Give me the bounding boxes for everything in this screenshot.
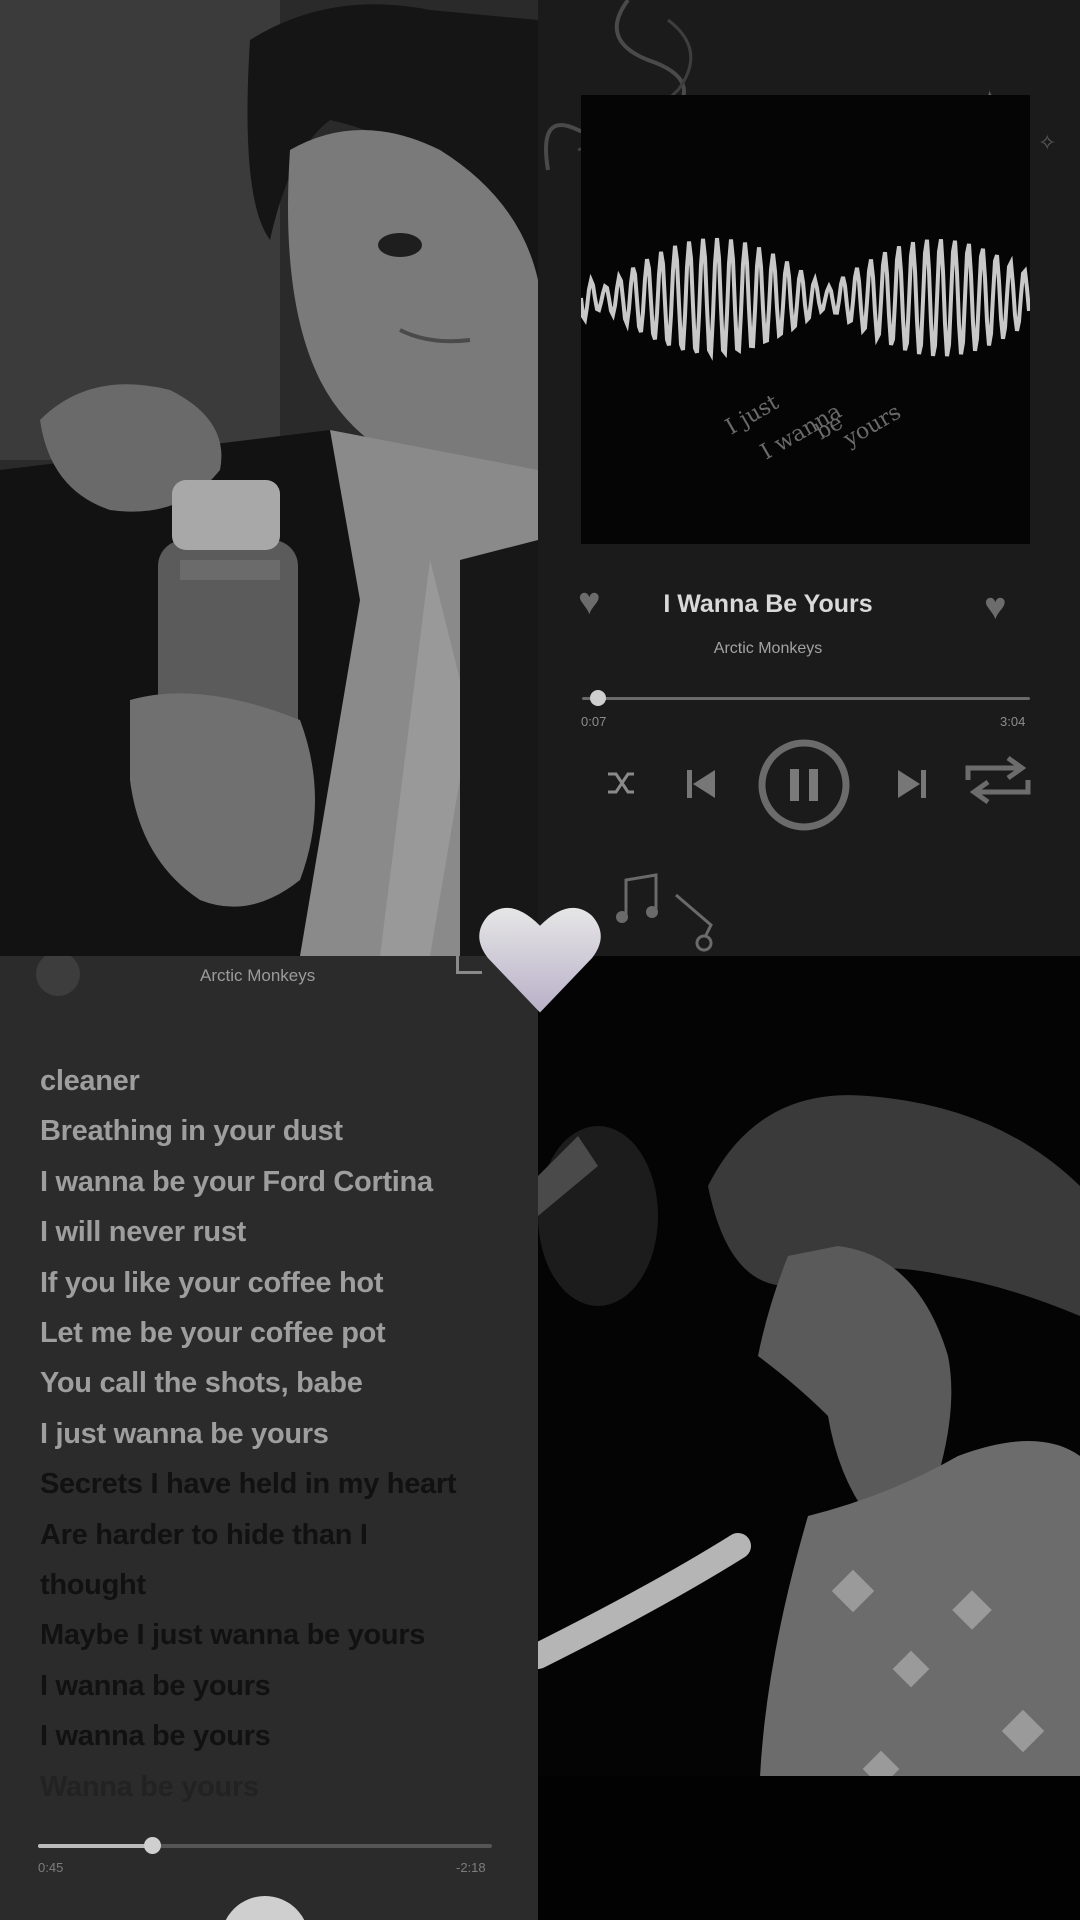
lyric-line: thought <box>40 1569 146 1602</box>
music-notes-icon <box>616 873 713 952</box>
portrait-illustration <box>0 0 538 956</box>
duration-time: 3:04 <box>1000 714 1026 729</box>
heart-icon[interactable]: ♥ <box>984 588 1007 626</box>
svg-text:✧: ✧ <box>1038 131 1056 156</box>
artist-name[interactable]: Arctic Monkeys <box>668 640 868 658</box>
svg-text:yours: yours <box>839 400 906 453</box>
heart-icon[interactable]: ♥ <box>578 583 601 621</box>
seek-handle[interactable] <box>590 690 606 706</box>
aesthetic-collage: ✦ ✧ ☆ I just I wanna be yours ♥ ♥ I Wann… <box>0 0 1080 1920</box>
next-icon[interactable] <box>892 764 932 804</box>
lyrics-pause-button[interactable] <box>221 1896 309 1920</box>
repeat-icon[interactable] <box>958 750 1038 810</box>
lyric-line: I wanna be your Ford Cortina <box>40 1165 433 1198</box>
lyric-line: Let me be your coffee pot <box>40 1317 386 1350</box>
photo-portrait-top-left <box>0 0 538 956</box>
sound-wave-art: I just I wanna be yours <box>581 237 1030 465</box>
lyrics-artist-name: Arctic Monkeys <box>200 966 316 985</box>
music-player-card: ✦ ✧ ☆ I just I wanna be yours ♥ ♥ I Wann… <box>538 0 1080 956</box>
lyric-line: Are harder to hide than I <box>40 1518 368 1551</box>
lyric-line: If you like your coffee hot <box>40 1266 384 1299</box>
lyric-line: Breathing in your dust <box>40 1115 343 1148</box>
lyrics-elapsed-time: 0:45 <box>38 1860 64 1875</box>
seek-bar[interactable] <box>582 690 1030 706</box>
lyrics-list: cleaner Breathing in your dust I wanna be … <box>40 1056 510 1812</box>
heart-icon <box>479 907 601 1013</box>
lyric-line: You call the shots, babe <box>40 1367 363 1400</box>
lyrics-screen: Arctic Monkeys cleaner Breathing in your … <box>0 956 538 1920</box>
lyric-line: I just wanna be yours <box>40 1417 329 1450</box>
pause-button[interactable] <box>754 737 854 833</box>
stage-photo-illustration <box>538 956 1080 1920</box>
chevron-down-icon[interactable] <box>36 956 80 996</box>
lyrics-seek-fill <box>38 1844 153 1848</box>
lyric-line: cleaner <box>40 1065 140 1097</box>
album-cover: I just I wanna be yours <box>581 95 1030 544</box>
lyric-line: I wanna be yours <box>40 1669 271 1702</box>
elapsed-time: 0:07 <box>581 714 607 729</box>
shuffle-icon[interactable] <box>604 766 638 800</box>
lyric-line: I will never rust <box>40 1216 247 1249</box>
lyrics-remaining-time: -2:18 <box>456 1860 486 1875</box>
lyric-line: Secrets I have held in my heart <box>40 1468 457 1501</box>
lyric-line: Maybe I just wanna be yours <box>40 1619 426 1652</box>
lyric-line: Wanna be yours <box>40 1770 259 1803</box>
lyric-line: I wanna be yours <box>40 1720 271 1753</box>
lyrics-seek-handle[interactable] <box>144 1837 161 1854</box>
photo-stage-bottom-right <box>538 956 1080 1920</box>
lyrics-seek-bar[interactable] <box>38 1837 492 1854</box>
song-title: I Wanna Be Yours <box>663 590 873 618</box>
previous-icon[interactable] <box>681 764 721 804</box>
